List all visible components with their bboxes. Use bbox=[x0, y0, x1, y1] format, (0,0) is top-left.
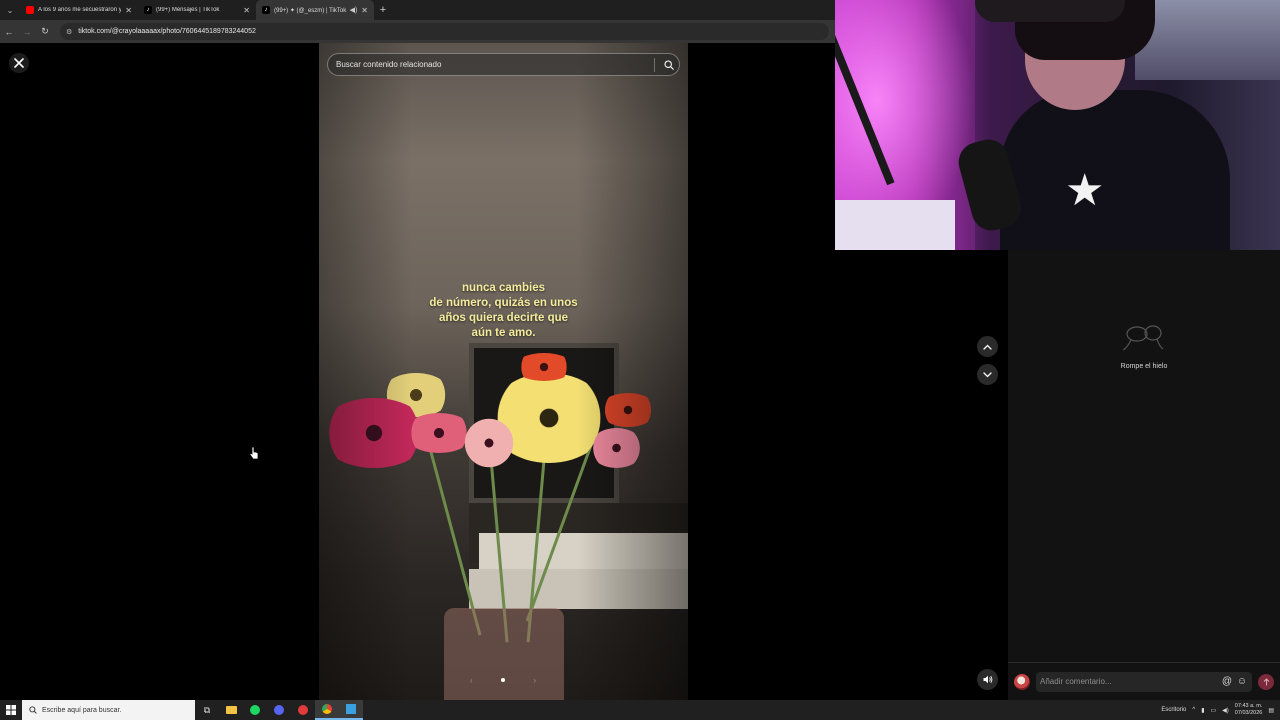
screen: ⌄ A los 9 años me secuestraron y ✕ ♪ (99… bbox=[0, 0, 1280, 720]
mention-icon[interactable]: @ bbox=[1221, 676, 1233, 688]
clock-time: 07:43 a. m. bbox=[1234, 703, 1263, 709]
volume-button[interactable] bbox=[977, 669, 998, 690]
desktop-label[interactable]: Escritorio bbox=[1161, 707, 1186, 713]
notes-app-icon[interactable] bbox=[339, 700, 363, 720]
speaker-icon[interactable]: ◀) bbox=[350, 6, 358, 14]
clock[interactable]: 07:43 a. m. 07/03/2026 bbox=[1235, 703, 1263, 717]
tab-title: (99+) Mensajes | TikTok bbox=[156, 7, 220, 13]
emoji-icon[interactable]: ☺ bbox=[1236, 676, 1248, 688]
url-text: tiktok.com/@crayolaaaaax/photo/760644518… bbox=[78, 28, 256, 35]
comment-box: @ ☺ bbox=[1036, 671, 1252, 692]
close-tab-icon[interactable]: ✕ bbox=[125, 6, 132, 15]
forward-button[interactable]: → bbox=[18, 27, 36, 37]
tab-tiktok-messages[interactable]: ♪ (99+) Mensajes | TikTok ✕ bbox=[138, 0, 256, 20]
notifications-icon[interactable]: ▤ bbox=[1268, 707, 1274, 714]
windows-logo-icon bbox=[6, 705, 16, 715]
caption-line: aún te amo. bbox=[471, 327, 536, 339]
speaker-icon bbox=[983, 675, 992, 684]
tab-search-menu-button[interactable]: ⌄ bbox=[0, 0, 20, 20]
close-icon bbox=[14, 58, 24, 68]
chevron-down-icon bbox=[983, 371, 992, 377]
tab-tiktok-profile[interactable]: ♪ (99+) ✦ (@_eszm) | TikTok ◀) ✕ bbox=[256, 0, 374, 20]
network-icon[interactable]: ▭ bbox=[1211, 707, 1217, 714]
caption-line: nunca cambies bbox=[461, 282, 546, 294]
windows-taskbar: Escribe aquí para buscar. ⧉ Escritorio ^… bbox=[0, 700, 1280, 720]
avatar[interactable] bbox=[1014, 673, 1030, 690]
start-button[interactable] bbox=[0, 700, 22, 720]
background-window bbox=[1135, 0, 1280, 80]
new-tab-button[interactable]: + bbox=[374, 4, 392, 16]
system-tray: Escritorio ^ ▮ ▭ ◀) 07:43 a. m. 07/03/20… bbox=[1161, 700, 1280, 720]
close-viewer-button[interactable] bbox=[9, 53, 29, 73]
taskbar-search-box[interactable]: Escribe aquí para buscar. bbox=[22, 700, 195, 720]
streamer-shirt bbox=[1000, 90, 1230, 250]
empty-comments-state: Rompe el hielo bbox=[1008, 322, 1280, 370]
tiktok-icon: ♪ bbox=[144, 6, 152, 14]
carousel-dot-active[interactable] bbox=[501, 678, 505, 682]
youtube-icon bbox=[26, 6, 34, 14]
volume-icon[interactable]: ◀) bbox=[1222, 707, 1229, 714]
chat-bubbles-icon bbox=[1122, 325, 1164, 351]
next-post-button[interactable] bbox=[977, 364, 998, 385]
next-photo-icon[interactable]: › bbox=[533, 676, 536, 685]
file-explorer-icon[interactable] bbox=[219, 700, 243, 720]
streamer-cap bbox=[975, 0, 1125, 22]
tab-title: (99+) ✦ (@_eszm) | TikTok bbox=[274, 7, 347, 14]
photo-shading bbox=[319, 43, 688, 700]
webcam-overlay: ★ bbox=[835, 0, 1280, 250]
previous-post-button[interactable] bbox=[977, 336, 998, 357]
spotify-icon[interactable] bbox=[243, 700, 267, 720]
tab-title: A los 9 años me secuestraron y bbox=[38, 7, 122, 13]
tiktok-icon: ♪ bbox=[262, 6, 270, 14]
app-icon[interactable] bbox=[291, 700, 315, 720]
taskbar-search-placeholder: Escribe aquí para buscar. bbox=[42, 706, 122, 714]
chrome-icon[interactable] bbox=[315, 700, 339, 720]
tab-youtube[interactable]: A los 9 años me secuestraron y ✕ bbox=[20, 0, 138, 20]
photo-caption-overlay: nunca cambies de número, quizás en unos … bbox=[319, 281, 688, 341]
address-bar: ← → ↻ ⚙ tiktok.com/@crayolaaaaax/photo/7… bbox=[0, 20, 835, 43]
back-button[interactable]: ← bbox=[0, 27, 18, 37]
comment-input-bar: @ ☺ bbox=[1008, 662, 1280, 700]
hand-cursor-icon bbox=[249, 446, 259, 460]
search-icon bbox=[29, 706, 37, 714]
chevron-up-icon[interactable]: ^ bbox=[1192, 707, 1195, 713]
empty-comments-label: Rompe el hielo bbox=[1120, 363, 1168, 370]
post-comment-button[interactable] bbox=[1258, 673, 1274, 690]
search-icon bbox=[664, 59, 674, 70]
divider bbox=[654, 57, 655, 72]
comment-input[interactable] bbox=[1040, 677, 1218, 686]
microphone-icon[interactable]: ▮ bbox=[1201, 707, 1204, 714]
photo-content[interactable]: nunca cambies de número, quizás en unos … bbox=[319, 43, 688, 700]
search-button[interactable] bbox=[659, 55, 679, 75]
comments-panel: Rompe el hielo bbox=[1008, 250, 1280, 700]
related-search-input[interactable] bbox=[336, 60, 650, 69]
close-tab-icon[interactable]: ✕ bbox=[361, 6, 368, 15]
previous-photo-icon[interactable]: ‹ bbox=[470, 676, 473, 685]
desk-object bbox=[835, 200, 955, 250]
arrow-up-icon bbox=[1263, 677, 1269, 685]
url-field[interactable]: ⚙ tiktok.com/@crayolaaaaax/photo/7606445… bbox=[60, 23, 829, 40]
caption-line: de número, quizás en unos bbox=[429, 297, 578, 309]
task-view-icon[interactable]: ⧉ bbox=[195, 700, 219, 720]
shirt-star-graphic: ★ bbox=[1065, 166, 1105, 215]
close-tab-icon[interactable]: ✕ bbox=[243, 6, 250, 15]
site-info-icon[interactable]: ⚙ bbox=[66, 28, 72, 36]
reload-button[interactable]: ↻ bbox=[36, 26, 54, 37]
related-search-bar bbox=[327, 53, 680, 76]
chevron-up-icon bbox=[983, 344, 992, 350]
clock-date: 07/03/2026 bbox=[1234, 710, 1263, 716]
browser-tabstrip: ⌄ A los 9 años me secuestraron y ✕ ♪ (99… bbox=[0, 0, 835, 20]
photo-carousel-controls: ‹ › bbox=[470, 673, 536, 687]
discord-icon[interactable] bbox=[267, 700, 291, 720]
caption-line: años quiera decirte que bbox=[438, 312, 569, 324]
